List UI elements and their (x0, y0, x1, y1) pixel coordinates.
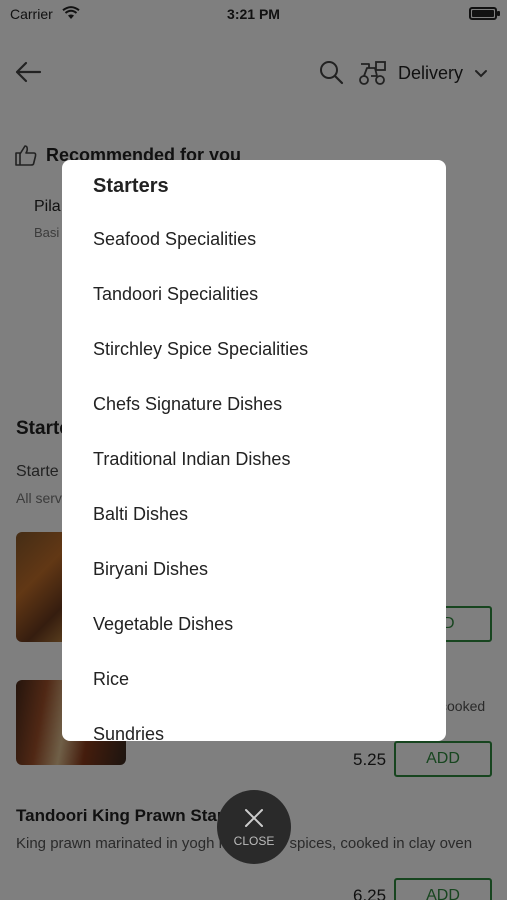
menu-category-item[interactable]: Sundries (93, 724, 164, 741)
menu-category-item[interactable]: Vegetable Dishes (93, 614, 233, 635)
modal-title[interactable]: Starters (93, 175, 169, 198)
menu-category-item[interactable]: Traditional Indian Dishes (93, 449, 290, 470)
menu-category-item[interactable]: Chefs Signature Dishes (93, 394, 282, 415)
menu-category-item[interactable]: Seafood Specialities (93, 229, 256, 250)
close-button[interactable]: CLOSE (217, 790, 291, 864)
close-label: CLOSE (233, 834, 275, 848)
menu-category-item[interactable]: Tandoori Specialities (93, 284, 258, 305)
close-icon (242, 806, 266, 830)
category-menu-modal: Starters Seafood Specialities Tandoori S… (62, 160, 446, 741)
menu-category-item[interactable]: Biryani Dishes (93, 559, 208, 580)
menu-category-item[interactable]: Balti Dishes (93, 504, 188, 525)
menu-category-item[interactable]: Stirchley Spice Specialities (93, 339, 308, 360)
menu-category-item[interactable]: Rice (93, 669, 129, 690)
